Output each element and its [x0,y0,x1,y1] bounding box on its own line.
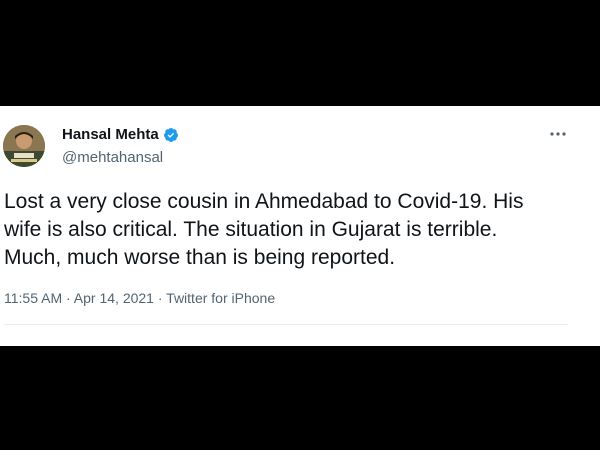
tweet-metadata: 11:55 AM · Apr 14, 2021 · Twitter for iP… [4,290,275,306]
tweet-date[interactable]: Apr 14, 2021 [74,290,154,306]
display-name[interactable]: Hansal Mehta [62,126,159,143]
author-name-row: Hansal Mehta [62,126,179,143]
user-handle[interactable]: @mehtahansal [62,149,163,166]
tweet-time[interactable]: 11:55 AM [4,290,62,306]
avatar[interactable] [3,125,45,167]
meta-separator: · [62,290,74,306]
more-options-icon[interactable] [548,126,568,142]
verified-badge-icon [163,127,179,143]
divider [4,324,568,325]
tweet-source[interactable]: Twitter for iPhone [166,290,275,306]
tweet-text: Lost a very close cousin in Ahmedabad to… [4,190,524,269]
meta-separator: · [153,290,167,306]
